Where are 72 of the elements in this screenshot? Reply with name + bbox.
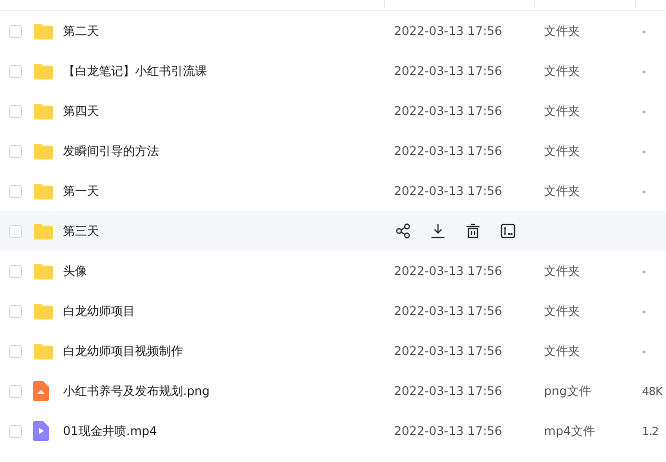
file-name[interactable]: 第一天: [63, 182, 394, 200]
rename-icon: [500, 223, 516, 239]
folder-icon: [33, 22, 54, 40]
folder-icon: [33, 262, 54, 280]
folder-icon: [33, 222, 54, 240]
share-button[interactable]: [395, 223, 411, 239]
video-file-icon: [33, 421, 49, 441]
file-row[interactable]: 第三天: [0, 211, 666, 251]
checkbox[interactable]: [9, 344, 22, 358]
file-type: 文件夹: [544, 22, 581, 40]
modified-date: 2022-03-13 17:56: [394, 264, 504, 278]
modified-date: 2022-03-13 17:56: [394, 384, 504, 398]
folder-icon: [33, 102, 54, 120]
rename-button[interactable]: [500, 223, 516, 239]
file-name[interactable]: 头像: [63, 262, 394, 280]
file-name[interactable]: 白龙幼师项目视频制作: [63, 342, 394, 360]
modified-date: 2022-03-13 17:56: [394, 104, 504, 118]
file-type: mp4文件: [544, 422, 596, 440]
file-name[interactable]: 第二天: [63, 22, 394, 40]
checkbox[interactable]: [9, 184, 22, 198]
download-icon: [430, 223, 446, 239]
file-size: 48K: [642, 384, 664, 398]
file-name[interactable]: 第四天: [63, 102, 394, 120]
file-type: 文件夹: [544, 262, 581, 280]
checkbox[interactable]: [9, 424, 22, 438]
folder-icon: [33, 62, 54, 80]
download-button[interactable]: [430, 223, 446, 239]
file-size: -: [642, 24, 647, 38]
delete-button[interactable]: [465, 223, 481, 239]
file-type: 文件夹: [544, 62, 581, 80]
file-size: -: [642, 104, 647, 118]
modified-date: 2022-03-13 17:56: [394, 424, 504, 438]
file-type: 文件夹: [544, 102, 581, 120]
checkbox[interactable]: [9, 264, 22, 278]
file-type: 文件夹: [544, 182, 581, 200]
file-name[interactable]: 【白龙笔记】小红书引流课: [63, 62, 394, 80]
file-size: 1.2: [642, 424, 660, 438]
folder-icon: [33, 142, 54, 160]
file-type: png文件: [544, 382, 592, 400]
file-size: -: [642, 144, 647, 158]
image-file-icon: [33, 381, 49, 401]
modified-date: 2022-03-13 17:56: [394, 24, 504, 38]
checkbox[interactable]: [9, 224, 22, 238]
checkbox[interactable]: [9, 384, 22, 398]
file-size: -: [642, 184, 647, 198]
checkbox[interactable]: [9, 144, 22, 158]
checkbox[interactable]: [9, 104, 22, 118]
file-size: -: [642, 344, 647, 358]
modified-date: 2022-03-13 17:56: [394, 304, 504, 318]
file-size: -: [642, 64, 647, 78]
modified-date: 2022-03-13 17:56: [394, 144, 504, 158]
share-icon: [395, 223, 411, 239]
checkbox[interactable]: [9, 24, 22, 38]
file-type: 文件夹: [544, 142, 581, 160]
file-name[interactable]: 白龙幼师项目: [63, 302, 394, 320]
file-name[interactable]: 01现金井喷.mp4: [63, 422, 394, 440]
file-size: -: [642, 264, 647, 278]
folder-icon: [33, 302, 54, 320]
folder-icon: [33, 182, 54, 200]
file-type: 文件夹: [544, 302, 581, 320]
file-size: -: [642, 304, 647, 318]
modified-date: 2022-03-13 17:56: [394, 344, 504, 358]
file-name[interactable]: 小红书养号及发布规划.png: [63, 382, 394, 400]
checkbox[interactable]: [9, 64, 22, 78]
file-name[interactable]: 发瞬间引导的方法: [63, 142, 394, 160]
file-type: 文件夹: [544, 342, 581, 360]
checkbox[interactable]: [9, 304, 22, 318]
modified-date: 2022-03-13 17:56: [394, 184, 504, 198]
folder-icon: [33, 342, 54, 360]
trash-icon: [465, 223, 481, 239]
file-name[interactable]: 第三天: [63, 222, 394, 240]
modified-date: 2022-03-13 17:56: [394, 64, 504, 78]
